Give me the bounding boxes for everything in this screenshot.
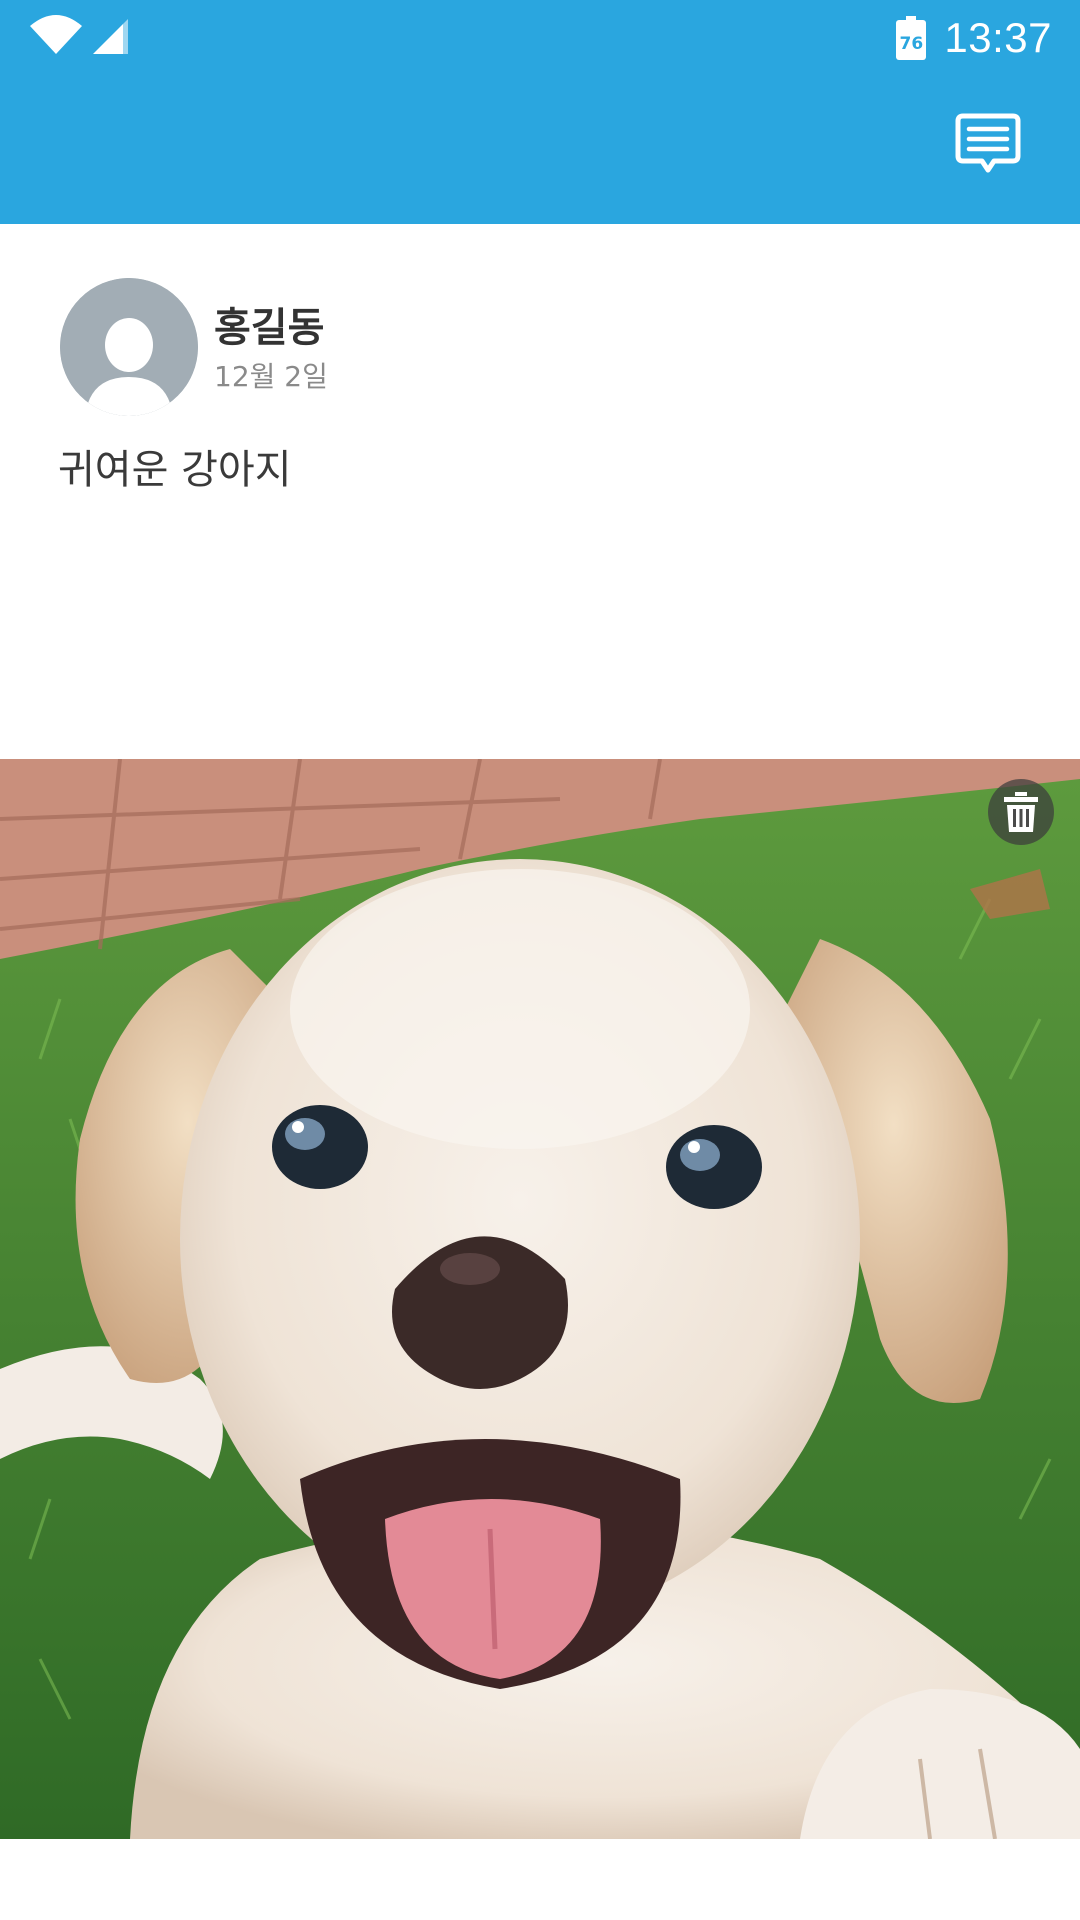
default-avatar-icon <box>60 278 198 416</box>
author-name[interactable]: 홍길동 <box>214 306 324 350</box>
puppy-photo <box>0 759 1080 1839</box>
cellular-signal-icon <box>93 19 128 54</box>
comments-button[interactable] <box>952 110 1024 182</box>
avatar[interactable] <box>60 278 198 416</box>
chat-icon <box>955 113 1021 173</box>
wifi-icon <box>30 15 82 54</box>
battery-icon: 76 <box>896 16 927 60</box>
battery-level: 76 <box>899 34 924 54</box>
status-time: 13:37 <box>944 14 1052 61</box>
post-photo[interactable] <box>0 759 1080 1839</box>
delete-photo-button[interactable] <box>988 779 1054 845</box>
status-right: 76 13:37 <box>896 8 1052 68</box>
post-date: 12월 2일 <box>214 360 328 393</box>
trash-icon <box>1004 792 1038 832</box>
status-icons <box>28 10 138 60</box>
post-text: 귀여운 강아지 <box>58 447 292 493</box>
app-bar: 76 13:37 <box>0 0 1080 224</box>
